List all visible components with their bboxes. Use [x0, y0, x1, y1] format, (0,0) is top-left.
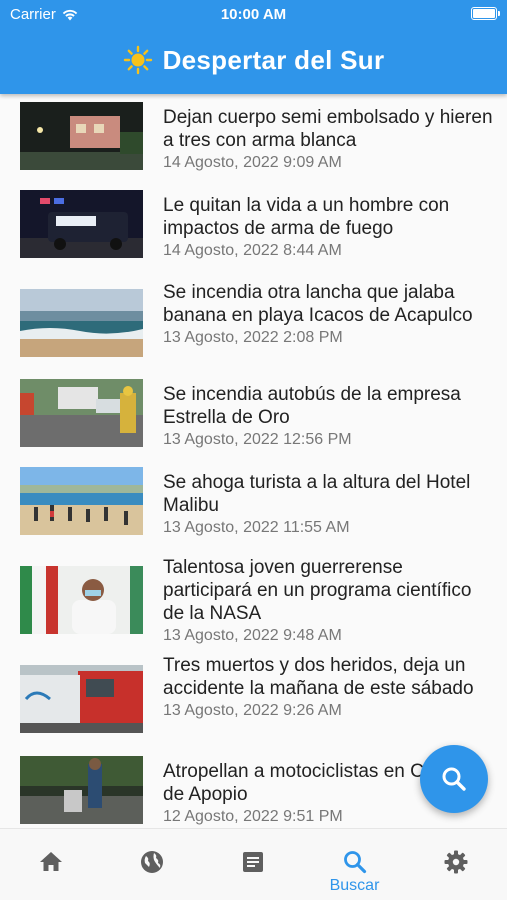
- home-icon: [39, 852, 62, 871]
- article-headline: Se ahoga turista a la altura del Hotel M…: [163, 472, 471, 516]
- globe-icon: [140, 851, 163, 873]
- status-time: 10:00 AM: [220, 6, 287, 23]
- battery-icon: [471, 7, 500, 20]
- article-date: 13 Agosto, 2022 11:55 AM: [163, 519, 350, 536]
- article-headline: Le quitan la vida a un hombre con impact…: [163, 195, 450, 239]
- tab-search-label: Buscar: [329, 877, 380, 894]
- search-fab-button[interactable]: [420, 745, 488, 813]
- article-thumbnail: [20, 289, 143, 357]
- tab-world[interactable]: [101, 829, 202, 900]
- article-headline: Dejan cuerpo semi embolsado y hieren a t…: [163, 107, 493, 151]
- article-thumbnail: [20, 467, 143, 535]
- tab-settings[interactable]: [405, 829, 506, 900]
- article-thumbnail: [20, 379, 143, 447]
- article-thumbnail: [20, 756, 143, 824]
- article-thumbnail: [20, 190, 143, 258]
- article-icon: [242, 852, 263, 872]
- article-headline: Se incendia autobús de la empresa Estrel…: [163, 384, 461, 428]
- article-date: 13 Agosto, 2022 9:48 AM: [163, 627, 342, 644]
- search-icon: [343, 851, 366, 874]
- article-headline: Tres muertos y dos heridos, deja un acci…: [163, 655, 474, 699]
- search-icon: [442, 767, 466, 791]
- article-date: 14 Agosto, 2022 8:44 AM: [163, 242, 342, 259]
- gear-icon: [444, 850, 467, 874]
- article-date: 13 Agosto, 2022 9:26 AM: [163, 702, 342, 719]
- article-thumbnail: [20, 665, 143, 733]
- bottom-tab-bar: Buscar: [0, 828, 507, 900]
- sun-icon: [123, 45, 152, 75]
- tab-articles[interactable]: [202, 829, 303, 900]
- app-title: Despertar del Sur: [162, 44, 385, 75]
- app-header: Carrier 10:00 AM Despertar del Sur: [0, 0, 507, 94]
- tab-search[interactable]: Buscar: [304, 829, 405, 900]
- article-headline: Talentosa joven guerrerense participará …: [163, 557, 472, 624]
- news-list[interactable]: Dejan cuerpo semi embolsado y hieren a t…: [0, 94, 507, 828]
- status-bar: Carrier 10:00 AM: [0, 0, 507, 28]
- article-date: 14 Agosto, 2022 9:09 AM: [163, 154, 342, 171]
- article-date: 13 Agosto, 2022 2:08 PM: [163, 329, 343, 346]
- article-headline: Se incendia otra lancha que jalaba banan…: [163, 282, 473, 326]
- title-bar: Despertar del Sur: [0, 40, 507, 80]
- article-thumbnail: [20, 102, 143, 170]
- article-date: 13 Agosto, 2022 12:56 PM: [163, 431, 352, 448]
- article-thumbnail: [20, 566, 143, 634]
- tab-home[interactable]: [0, 829, 101, 900]
